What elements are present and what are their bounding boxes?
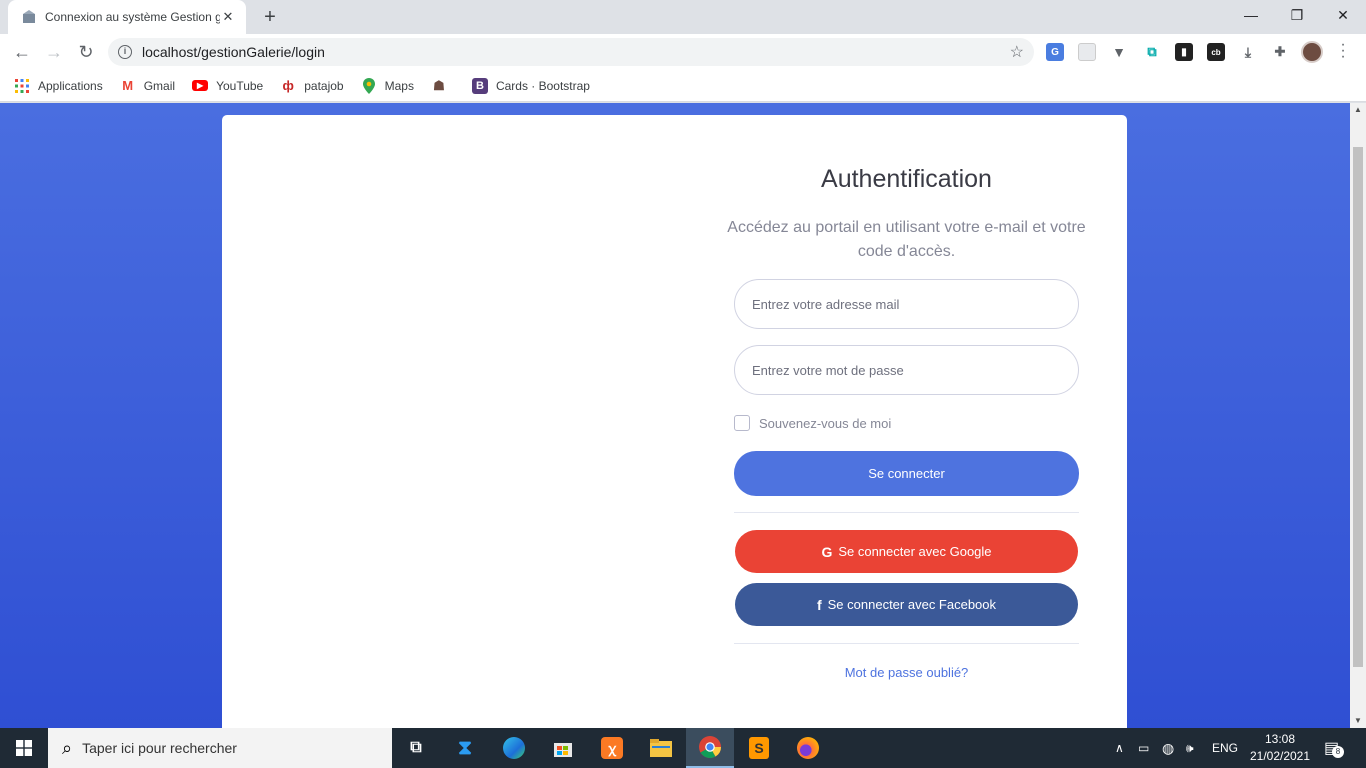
sublime-text-icon[interactable]: S (735, 728, 783, 768)
bookmark-label: YouTube (216, 78, 264, 93)
bookmark-star-icon[interactable]: ☆ (1010, 42, 1024, 62)
vue-devtools-icon[interactable]: ▼ (1110, 43, 1128, 61)
password-field[interactable] (734, 345, 1079, 395)
edge-icon[interactable] (490, 728, 538, 768)
system-clock[interactable]: 13:08 21/02/2021 (1240, 731, 1320, 765)
windows-start-icon[interactable] (0, 728, 48, 768)
extension-blank-icon[interactable] (1078, 43, 1096, 61)
maps-icon (361, 77, 377, 94)
back-arrow-icon[interactable]: ← (8, 38, 36, 66)
screen-share-extension-icon[interactable]: ⧉ (1143, 43, 1161, 61)
bookmark-bootstrap[interactable]: B Cards · Bootstrap (471, 77, 590, 94)
windows-taskbar: ⌕ Taper ici pour rechercher ⧉ ⧗ ꭓ S ∧ ▭ … (0, 728, 1366, 768)
youtube-icon: ▶ (192, 80, 209, 91)
network-icon[interactable]: ◍ (1162, 728, 1174, 768)
login-button-label: Se connecter (868, 466, 945, 481)
more-menu-icon[interactable]: · · · (1338, 37, 1348, 65)
forgot-password-link[interactable]: Mot de passe oublié? (734, 665, 1079, 680)
divider (734, 643, 1079, 644)
scrollbar-thumb[interactable] (1353, 147, 1363, 667)
tray-chevron-icon[interactable]: ∧ (1115, 728, 1124, 768)
browser-tab[interactable]: Connexion au système Gestion g ✕ (8, 0, 246, 34)
close-tab-icon[interactable]: ✕ (220, 9, 236, 25)
bootstrap-icon: B (471, 77, 488, 94)
people-icon: ☗ (433, 77, 445, 93)
profile-avatar[interactable] (1301, 41, 1323, 63)
bookmark-label: Maps (384, 78, 414, 93)
close-window-icon[interactable]: ✕ (1320, 0, 1366, 30)
bookmark-gmail[interactable]: M Gmail (120, 78, 175, 94)
page-title: Authentification (821, 165, 992, 193)
search-icon: ⌕ (62, 737, 73, 758)
bookmark-label: Cards · Bootstrap (495, 78, 590, 93)
taskbar-search-placeholder: Taper ici pour rechercher (82, 740, 237, 756)
xampp-icon[interactable]: ꭓ (588, 728, 636, 768)
puzzle-extensions-icon[interactable]: ✚ (1271, 43, 1289, 61)
chrome-icon[interactable] (686, 728, 734, 768)
minimize-icon[interactable]: — (1228, 0, 1274, 30)
bookmark-youtube[interactable]: ▶ YouTube (192, 79, 263, 93)
firefox-icon[interactable] (784, 728, 832, 768)
gallery-favicon-icon (22, 10, 36, 24)
login-subtitle: Accédez au portail en utilisant votre e-… (727, 219, 1086, 260)
language-indicator[interactable]: ENG (1212, 728, 1238, 768)
login-card: Authentification Accédez au portail en u… (222, 115, 1127, 728)
forward-arrow-icon[interactable]: → (40, 38, 68, 66)
page-scrollbar[interactable]: ▲ ▼ (1350, 103, 1366, 728)
apps-grid-icon (14, 78, 30, 94)
site-info-icon[interactable]: i (118, 45, 132, 59)
clock-date: 21/02/2021 (1249, 749, 1311, 763)
facebook-login-button[interactable]: f Se connecter avec Facebook (735, 583, 1078, 626)
cb-extension-icon[interactable]: cb (1207, 43, 1225, 61)
google-login-button[interactable]: G Se connecter avec Google (735, 530, 1078, 573)
store-icon[interactable] (539, 728, 587, 768)
notifications-icon[interactable]: ▤8 (1324, 728, 1344, 768)
download-icon[interactable]: ⤓ (1239, 43, 1257, 61)
volume-icon[interactable]: 🕪 (1186, 728, 1194, 768)
remember-me: Souvenez-vous de moi (734, 415, 891, 431)
login-button[interactable]: Se connecter (734, 451, 1079, 496)
taskbar-search[interactable]: ⌕ Taper ici pour rechercher (48, 728, 392, 768)
extension-dark-icon[interactable]: ▮ (1175, 43, 1193, 61)
tab-strip: Connexion au système Gestion g ✕ + — ❐ ✕ (0, 0, 1366, 34)
address-bar[interactable]: i localhost/gestionGalerie/login ☆ (108, 38, 1034, 66)
patajob-icon: ф (282, 78, 294, 93)
scroll-down-icon[interactable]: ▼ (1354, 716, 1362, 725)
bookmark-applications[interactable]: Applications (14, 78, 103, 94)
remember-me-checkbox[interactable] (734, 415, 750, 431)
file-explorer-icon[interactable] (637, 728, 685, 768)
task-view-icon[interactable]: ⧉ (392, 728, 440, 768)
gmail-icon: M (122, 78, 134, 93)
notifications-count: 8 (1332, 746, 1344, 758)
new-tab-button[interactable]: + (258, 6, 282, 28)
divider (734, 512, 1079, 513)
google-login-label: Se connecter avec Google (838, 544, 992, 559)
facebook-login-label: Se connecter avec Facebook (827, 597, 997, 612)
restore-icon[interactable]: ❐ (1274, 0, 1320, 30)
remember-me-label[interactable]: Souvenez-vous de moi (759, 416, 891, 431)
google-icon: G (821, 543, 833, 560)
tab-title: Connexion au système Gestion g (45, 10, 220, 24)
bookmark-label: Applications (38, 78, 103, 93)
vscode-icon[interactable]: ⧗ (441, 728, 489, 768)
bookmark-maps[interactable]: Maps (361, 77, 414, 94)
email-field[interactable] (734, 279, 1079, 329)
url-text[interactable]: localhost/gestionGalerie/login (142, 44, 1010, 60)
bookmark-patajob[interactable]: ф patajob (280, 78, 344, 94)
clock-time: 13:08 (1264, 732, 1296, 746)
battery-icon[interactable]: ▭ (1138, 728, 1149, 768)
bookmark-label: patajob (304, 78, 344, 93)
bookmark-people[interactable]: ☗ (431, 78, 455, 94)
translate-extension-icon[interactable]: G (1046, 43, 1064, 61)
scroll-up-icon[interactable]: ▲ (1354, 105, 1362, 114)
bookmark-label: Gmail (143, 78, 176, 93)
facebook-icon: f (816, 596, 822, 613)
browser-toolbar: ← → ↻ i localhost/gestionGalerie/login ☆… (0, 34, 1366, 70)
bookmarks-bar: Applications M Gmail ▶ YouTube ф patajob… (0, 70, 1366, 102)
page-viewport: Authentification Accédez au portail en u… (0, 103, 1350, 728)
reload-icon[interactable]: ↻ (72, 38, 100, 66)
